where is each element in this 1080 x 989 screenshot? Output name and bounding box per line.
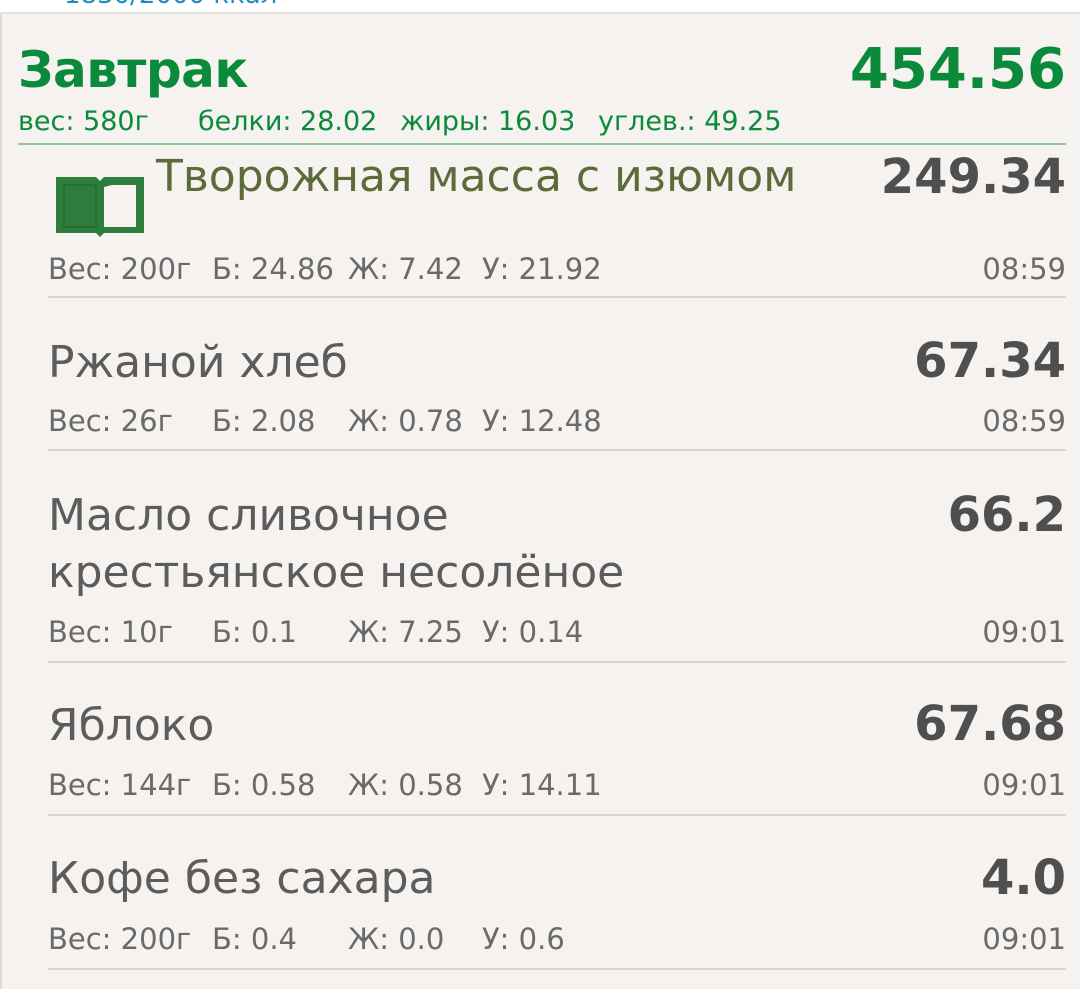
food-item[interactable]: Ржаной хлеб 67.34 Вес: 26г Б: 2.08 Ж: 0.…: [48, 298, 1066, 451]
food-fat: Ж: 7.25: [348, 615, 463, 649]
food-item[interactable]: Творожная масса с изюмом 249.34 Вес: 200…: [48, 145, 1066, 298]
food-kcal: 67.34: [914, 333, 1066, 389]
food-kcal: 67.68: [914, 696, 1066, 752]
food-protein: Б: 0.4: [212, 922, 298, 956]
food-item[interactable]: Масло сливочное крестьянское несолёное 6…: [48, 451, 1066, 663]
food-fat: Ж: 0.78: [348, 404, 463, 438]
food-weight: Вес: 10г: [48, 615, 173, 649]
food-kcal: 249.34: [880, 149, 1066, 205]
meal-total-kcal: 454.56: [849, 37, 1066, 102]
food-time: 09:01: [982, 768, 1066, 802]
meal-fat: жиры: 16.03: [400, 106, 576, 137]
food-carbs: У: 0.6: [482, 922, 565, 956]
meal-protein: белки: 28.02: [198, 106, 378, 137]
meal-header[interactable]: Завтрак 454.56 вес: 580г белки: 28.02 жи…: [18, 28, 1066, 145]
meal-weight: вес: 580г: [18, 106, 149, 137]
food-name: Ржаной хлеб: [48, 337, 348, 388]
food-item[interactable]: Кофе без сахара 4.0 Вес: 200г Б: 0.4 Ж: …: [48, 816, 1066, 970]
food-protein: Б: 0.1: [212, 615, 298, 649]
food-weight: Вес: 144г: [48, 768, 192, 802]
food-kcal: 4.0: [980, 850, 1066, 906]
food-weight: Вес: 26г: [48, 404, 173, 438]
food-fat: Ж: 7.42: [348, 252, 463, 286]
food-time: 09:01: [982, 615, 1066, 649]
food-kcal: 66.2: [947, 487, 1066, 543]
food-time: 09:01: [982, 922, 1066, 956]
food-weight: Вес: 200г: [48, 252, 192, 286]
food-name: Масло сливочное крестьянское несолёное: [48, 490, 625, 598]
food-carbs: У: 14.11: [482, 768, 602, 802]
meal-carbs: углев.: 49.25: [598, 106, 782, 137]
food-fat: Ж: 0.0: [348, 922, 445, 956]
food-fat: Ж: 0.58: [348, 768, 463, 802]
food-carbs: У: 21.92: [482, 252, 602, 286]
food-protein: Б: 24.86: [212, 252, 334, 286]
food-carbs: У: 12.48: [482, 404, 602, 438]
food-name: Кофе без сахара: [48, 853, 436, 904]
food-protein: Б: 0.58: [212, 768, 316, 802]
book-icon: [56, 177, 144, 237]
food-time: 08:59: [982, 404, 1066, 438]
food-protein: Б: 2.08: [212, 404, 316, 438]
food-carbs: У: 0.14: [482, 615, 584, 649]
daily-calories-partial: 1830/2000 ккал: [64, 0, 277, 10]
food-name: Яблоко: [48, 700, 215, 751]
meal-title: Завтрак: [18, 41, 248, 99]
meal-card: Завтрак 454.56 вес: 580г белки: 28.02 жи…: [0, 14, 1080, 989]
top-bar: 1830/2000 ккал: [0, 0, 1080, 13]
food-name: Творожная масса с изюмом: [156, 151, 797, 202]
food-item[interactable]: Яблоко 67.68 Вес: 144г Б: 0.58 Ж: 0.58 У…: [48, 663, 1066, 816]
food-weight: Вес: 200г: [48, 922, 192, 956]
food-time: 08:59: [982, 252, 1066, 286]
